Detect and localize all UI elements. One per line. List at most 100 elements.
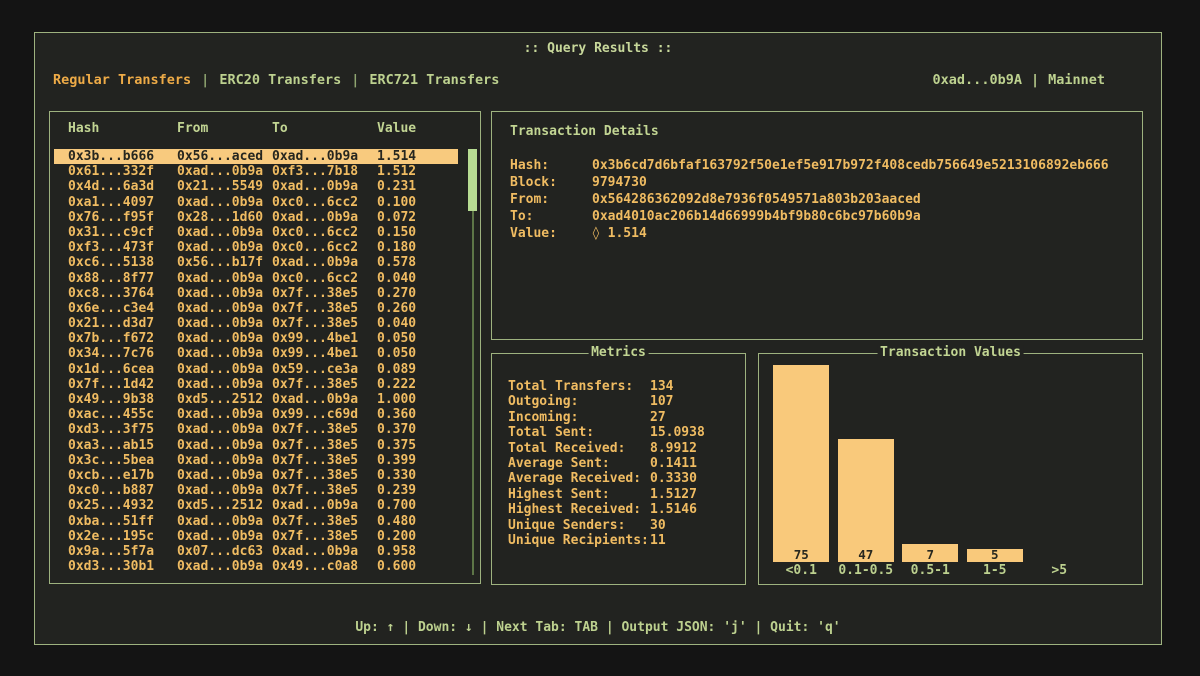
metric-value: 8.9912 <box>650 441 739 456</box>
metric-row: Outgoing: 107 <box>508 394 739 409</box>
metric-row: Average Received: 0.3330 <box>508 471 739 486</box>
table-row[interactable]: 0xd3...3f75 0xad...0b9a 0x7f...38e5 0.37… <box>54 422 458 437</box>
network-label: Mainnet <box>1048 72 1105 88</box>
cell-from: 0x28...1d60 <box>177 210 272 225</box>
table-row[interactable]: 0xc8...3764 0xad...0b9a 0x7f...38e5 0.27… <box>54 286 458 301</box>
table-row[interactable]: 0xcb...e17b 0xad...0b9a 0x7f...38e5 0.33… <box>54 468 458 483</box>
metric-row: Unique Senders: 30 <box>508 518 739 533</box>
table-row[interactable]: 0x76...f95f 0x28...1d60 0xad...0b9a 0.07… <box>54 210 458 225</box>
cell-hash: 0xf3...473f <box>68 240 177 255</box>
tab[interactable]: ERC20 Transfers <box>219 72 341 88</box>
cell-hash: 0x76...f95f <box>68 210 177 225</box>
cell-hash: 0x7f...1d42 <box>68 377 177 392</box>
metric-row: Average Sent: 0.1411 <box>508 456 739 471</box>
cell-value: 0.239 <box>377 483 458 498</box>
table-row[interactable]: 0xa3...ab15 0xad...0b9a 0x7f...38e5 0.37… <box>54 438 458 453</box>
bar: 7 <box>902 544 958 562</box>
cell-from: 0xad...0b9a <box>177 483 272 498</box>
cell-value: 0.370 <box>377 422 458 437</box>
table-row[interactable]: 0x7b...f672 0xad...0b9a 0x99...4be1 0.05… <box>54 331 458 346</box>
table-row[interactable]: 0x2e...195c 0xad...0b9a 0x7f...38e5 0.20… <box>54 529 458 544</box>
help-bar: Up: ↑ | Down: ↓ | Next Tab: TAB | Output… <box>35 620 1161 635</box>
metric-row: Highest Sent: 1.5127 <box>508 487 739 502</box>
cell-to: 0x7f...38e5 <box>272 514 377 529</box>
metric-value: 0.3330 <box>650 471 739 486</box>
cell-value: 0.600 <box>377 559 458 574</box>
bar-slot: 70.5-1 <box>898 544 963 579</box>
table-row[interactable]: 0xac...455c 0xad...0b9a 0x99...c69d 0.36… <box>54 407 458 422</box>
transaction-details-panel: Transaction Details Hash: 0x3b6cd7d6bfaf… <box>491 111 1143 340</box>
scrollbar-track[interactable] <box>472 211 474 575</box>
table-row[interactable]: 0x88...8f77 0xad...0b9a 0xc0...6cc2 0.04… <box>54 271 458 286</box>
cell-from: 0xad...0b9a <box>177 438 272 453</box>
table-row[interactable]: 0x49...9b38 0xd5...2512 0xad...0b9a 1.00… <box>54 392 458 407</box>
tab[interactable]: ERC721 Transfers <box>369 72 499 88</box>
cell-hash: 0x31...c9cf <box>68 225 177 240</box>
table-row[interactable]: 0xd3...30b1 0xad...0b9a 0x49...c0a8 0.60… <box>54 559 458 574</box>
cell-from: 0xad...0b9a <box>177 195 272 210</box>
table-row[interactable]: 0xa1...4097 0xad...0b9a 0xc0...6cc2 0.10… <box>54 195 458 210</box>
cell-value: 0.360 <box>377 407 458 422</box>
bar-value-label: 5 <box>967 548 1023 562</box>
table-row[interactable]: 0x31...c9cf 0xad...0b9a 0xc0...6cc2 0.15… <box>54 225 458 240</box>
tab[interactable]: Regular Transfers <box>53 72 191 88</box>
table-row[interactable]: 0x6e...c3e4 0xad...0b9a 0x7f...38e5 0.26… <box>54 301 458 316</box>
table-row[interactable]: 0x3b...b666 0x56...aced 0xad...0b9a 1.51… <box>54 149 458 164</box>
cell-value: 0.222 <box>377 377 458 392</box>
cell-hash: 0x1d...6cea <box>68 362 177 377</box>
cell-to: 0x99...4be1 <box>272 346 377 361</box>
table-row[interactable]: 0xf3...473f 0xad...0b9a 0xc0...6cc2 0.18… <box>54 240 458 255</box>
scrollbar-thumb[interactable] <box>468 149 477 211</box>
table-row[interactable]: 0x34...7c76 0xad...0b9a 0x99...4be1 0.05… <box>54 346 458 361</box>
table-row[interactable]: 0x1d...6cea 0xad...0b9a 0x59...ce3a 0.08… <box>54 362 458 377</box>
table-rows: 0x3b...b666 0x56...aced 0xad...0b9a 1.51… <box>50 149 480 577</box>
bar-category-label: >5 <box>1051 563 1067 579</box>
bar-slot: 75<0.1 <box>769 365 834 579</box>
table-row[interactable]: 0xc6...5138 0x56...b17f 0xad...0b9a 0.57… <box>54 255 458 270</box>
table-row[interactable]: 0x21...d3d7 0xad...0b9a 0x7f...38e5 0.04… <box>54 316 458 331</box>
table-row[interactable]: 0x7f...1d42 0xad...0b9a 0x7f...38e5 0.22… <box>54 377 458 392</box>
table-row[interactable]: 0x4d...6a3d 0x21...5549 0xad...0b9a 0.23… <box>54 179 458 194</box>
cell-from: 0xad...0b9a <box>177 514 272 529</box>
metric-label: Outgoing: <box>508 394 650 409</box>
table-row[interactable]: 0xc0...b887 0xad...0b9a 0x7f...38e5 0.23… <box>54 483 458 498</box>
cell-from: 0xad...0b9a <box>177 331 272 346</box>
column-header-from: From <box>177 121 272 136</box>
cell-to: 0x7f...38e5 <box>272 453 377 468</box>
cell-from: 0xad...0b9a <box>177 271 272 286</box>
bar: 5 <box>967 549 1023 562</box>
cell-from: 0xad...0b9a <box>177 240 272 255</box>
cell-hash: 0x2e...195c <box>68 529 177 544</box>
metric-label: Total Received: <box>508 441 650 456</box>
cell-value: 1.000 <box>377 392 458 407</box>
transfers-table-panel: Hash From To Value 0x3b...b666 0x56...ac… <box>49 111 481 584</box>
table-row[interactable]: 0x25...4932 0xd5...2512 0xad...0b9a 0.70… <box>54 498 458 513</box>
table-row[interactable]: 0x9a...5f7a 0x07...dc63 0xad...0b9a 0.95… <box>54 544 458 559</box>
cell-hash: 0x34...7c76 <box>68 346 177 361</box>
account-info: 0xad...0b9A | Mainnet <box>933 72 1105 88</box>
metric-value: 1.5146 <box>650 502 739 517</box>
cell-to: 0x99...c69d <box>272 407 377 422</box>
cell-from: 0xad...0b9a <box>177 225 272 240</box>
table-row[interactable]: 0xba...51ff 0xad...0b9a 0x7f...38e5 0.48… <box>54 514 458 529</box>
detail-row: To: 0xad4010ac206b14d66999b4bf9b80c6bc97… <box>510 208 1134 225</box>
cell-from: 0xad...0b9a <box>177 422 272 437</box>
tab-separator: | <box>201 72 209 88</box>
cell-to: 0xc0...6cc2 <box>272 225 377 240</box>
cell-from: 0x07...dc63 <box>177 544 272 559</box>
cell-to: 0xad...0b9a <box>272 179 377 194</box>
metric-label: Unique Senders: <box>508 518 650 533</box>
bar-slot: >5 <box>1027 562 1092 579</box>
metric-label: Average Sent: <box>508 456 650 471</box>
table-row[interactable]: 0x61...332f 0xad...0b9a 0xf3...7b18 1.51… <box>54 164 458 179</box>
metric-value: 0.1411 <box>650 456 739 471</box>
cell-value: 0.578 <box>377 255 458 270</box>
tab-separator: | <box>351 72 359 88</box>
cell-value: 0.180 <box>377 240 458 255</box>
cell-to: 0x7f...38e5 <box>272 377 377 392</box>
cell-value: 0.040 <box>377 316 458 331</box>
metrics-panel: Metrics Total Transfers: 134 Outgoing: 1… <box>491 353 746 585</box>
window-title: :: Query Results :: <box>35 41 1161 56</box>
cell-value: 0.270 <box>377 286 458 301</box>
table-row[interactable]: 0x3c...5bea 0xad...0b9a 0x7f...38e5 0.39… <box>54 453 458 468</box>
